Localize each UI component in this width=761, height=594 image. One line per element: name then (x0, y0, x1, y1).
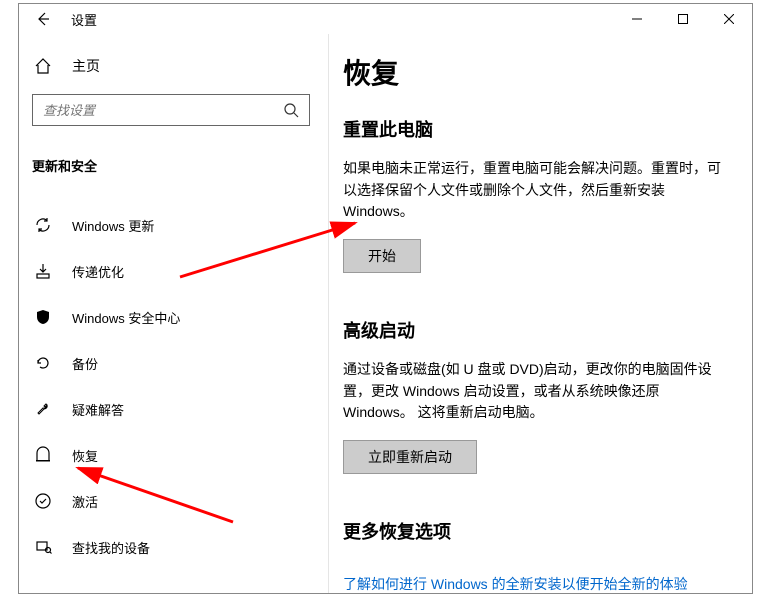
download-icon (34, 262, 52, 280)
sidebar-item-delivery-optimization[interactable]: 传递优化 (27, 249, 310, 293)
page-title: 恢复 (343, 52, 724, 92)
sidebar-item-label: 恢复 (72, 446, 98, 465)
home-label: 主页 (72, 56, 100, 76)
sidebar-item-label: 查找我的设备 (72, 538, 150, 557)
minimize-icon (632, 14, 642, 24)
close-button[interactable] (706, 4, 752, 34)
backup-icon (34, 354, 52, 372)
main-content: 恢复 重置此电脑 如果电脑未正常运行，重置电脑可能会解决问题。重置时，可以选择保… (329, 34, 752, 593)
window-title: 设置 (71, 10, 97, 29)
fresh-install-link[interactable]: 了解如何进行 Windows 的全新安装以便开始全新的体验 (343, 576, 688, 592)
sidebar-item-label: 疑难解答 (72, 400, 124, 419)
sidebar-item-label: 备份 (72, 354, 98, 373)
advanced-desc: 通过设备或磁盘(如 U 盘或 DVD)启动，更改你的电脑固件设置，更改 Wind… (343, 359, 724, 424)
close-icon (724, 14, 734, 24)
home-link[interactable]: 主页 (27, 52, 310, 76)
shield-icon (34, 308, 52, 326)
sync-icon (34, 216, 52, 234)
wrench-icon (34, 400, 52, 418)
restart-now-button[interactable]: 立即重新启动 (343, 440, 477, 474)
activation-icon (34, 492, 52, 510)
sidebar-item-label: Windows 更新 (72, 216, 154, 235)
advanced-heading: 高级启动 (343, 317, 724, 343)
sidebar-item-recovery[interactable]: 恢复 (27, 433, 310, 477)
sidebar-item-label: Windows 安全中心 (72, 308, 180, 327)
minimize-button[interactable] (614, 4, 660, 34)
sidebar-item-find-device[interactable]: 查找我的设备 (27, 525, 310, 569)
recovery-icon (34, 446, 52, 464)
sidebar-item-troubleshoot[interactable]: 疑难解答 (27, 387, 310, 431)
sidebar-item-backup[interactable]: 备份 (27, 341, 310, 385)
search-icon (283, 102, 299, 118)
sidebar: 主页 更新和安全 Windows 更新 传递优化 Windows 安全中心 (19, 34, 329, 593)
maximize-button[interactable] (660, 4, 706, 34)
titlebar: 设置 (19, 4, 752, 34)
home-icon (34, 57, 52, 75)
sidebar-item-activation[interactable]: 激活 (27, 479, 310, 523)
find-device-icon (34, 538, 52, 556)
reset-desc: 如果电脑未正常运行，重置电脑可能会解决问题。重置时，可以选择保留个人文件或删除个… (343, 158, 724, 223)
search-box[interactable] (32, 94, 310, 126)
sidebar-section-title: 更新和安全 (27, 156, 310, 175)
search-input[interactable] (33, 103, 273, 118)
sidebar-item-label: 激活 (72, 492, 98, 511)
sidebar-item-security[interactable]: Windows 安全中心 (27, 295, 310, 339)
sidebar-item-label: 传递优化 (72, 262, 124, 281)
arrow-left-icon (35, 11, 51, 27)
more-heading: 更多恢复选项 (343, 518, 724, 544)
reset-start-button[interactable]: 开始 (343, 239, 421, 273)
window-controls (614, 4, 752, 34)
sidebar-item-windows-update[interactable]: Windows 更新 (27, 203, 310, 247)
back-button[interactable] (27, 5, 59, 33)
maximize-icon (678, 14, 688, 24)
reset-heading: 重置此电脑 (343, 116, 724, 142)
